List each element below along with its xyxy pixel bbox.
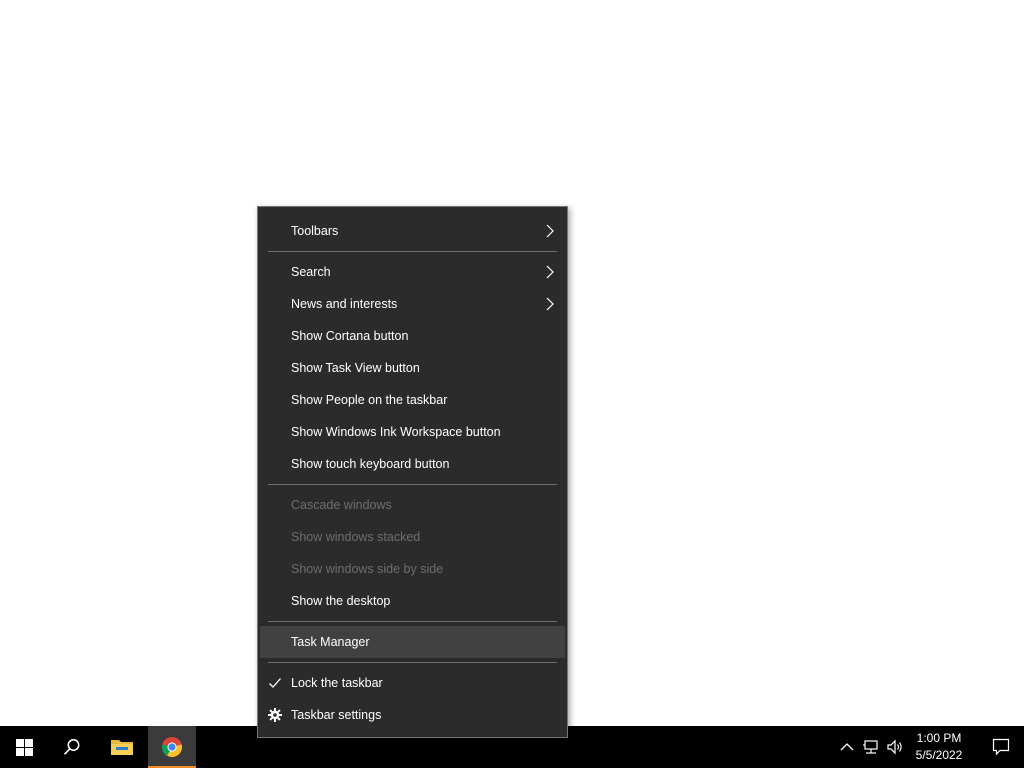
menu-item-label: News and interests — [291, 297, 398, 311]
menu-item-label: Taskbar settings — [291, 708, 382, 722]
menu-item-lock-the-taskbar[interactable]: Lock the taskbar — [258, 667, 567, 699]
menu-item-show-people[interactable]: Show People on the taskbar — [258, 384, 567, 416]
checkmark-icon — [269, 678, 281, 688]
menu-separator — [268, 621, 557, 622]
chevron-right-icon — [546, 297, 554, 311]
chrome-button[interactable] — [148, 726, 196, 768]
menu-item-show-task-view-button[interactable]: Show Task View button — [258, 352, 567, 384]
menu-item-task-manager[interactable]: Task Manager — [260, 626, 565, 658]
chevron-right-icon — [546, 265, 554, 279]
menu-item-label: Show windows side by side — [291, 562, 444, 576]
menu-item-label: Search — [291, 265, 331, 279]
menu-item-label: Toolbars — [291, 224, 339, 238]
menu-item-taskbar-settings[interactable]: Taskbar settings — [258, 699, 567, 731]
menu-item-show-cortana-button[interactable]: Show Cortana button — [258, 320, 567, 352]
menu-item-show-windows-ink[interactable]: Show Windows Ink Workspace button — [258, 416, 567, 448]
menu-item-news-and-interests[interactable]: News and interests — [258, 288, 567, 320]
search-icon — [63, 739, 80, 755]
menu-item-label: Show Cortana button — [291, 329, 409, 343]
taskbar-clock[interactable]: 1:00 PM 5/5/2022 — [908, 730, 970, 764]
taskbar-context-menu: Toolbars Search News and interests Show … — [257, 206, 568, 738]
menu-item-show-touch-keyboard[interactable]: Show touch keyboard button — [258, 448, 567, 480]
menu-item-show-the-desktop[interactable]: Show the desktop — [258, 585, 567, 617]
volume-icon[interactable] — [886, 738, 904, 756]
menu-item-cascade-windows: Cascade windows — [258, 489, 567, 521]
menu-item-label: Show Windows Ink Workspace button — [291, 425, 501, 439]
start-button[interactable] — [0, 726, 48, 768]
chevron-right-icon — [546, 224, 554, 238]
menu-item-label: Show the desktop — [291, 594, 391, 608]
chevron-up-icon[interactable] — [838, 738, 856, 756]
search-button[interactable] — [48, 726, 96, 768]
action-center-button[interactable] — [978, 726, 1024, 768]
menu-item-label: Task Manager — [291, 635, 370, 649]
menu-separator — [268, 484, 557, 485]
windows-start-icon — [15, 738, 33, 756]
network-icon[interactable] — [862, 738, 880, 756]
chrome-icon — [161, 737, 183, 758]
file-explorer-button[interactable] — [98, 726, 146, 768]
menu-item-label: Cascade windows — [291, 498, 392, 512]
menu-item-label: Show People on the taskbar — [291, 393, 448, 407]
menu-item-show-windows-stacked: Show windows stacked — [258, 521, 567, 553]
menu-item-label: Show Task View button — [291, 361, 420, 375]
menu-item-search[interactable]: Search — [258, 256, 567, 288]
menu-item-show-windows-side-by-side: Show windows side by side — [258, 553, 567, 585]
file-explorer-icon — [111, 740, 133, 755]
menu-separator — [268, 251, 557, 252]
gear-icon — [268, 708, 282, 722]
notification-icon — [992, 738, 1010, 756]
menu-item-label: Show windows stacked — [291, 530, 421, 544]
menu-item-toolbars[interactable]: Toolbars — [258, 215, 567, 247]
clock-time: 1:00 PM — [916, 731, 962, 745]
menu-separator — [268, 662, 557, 663]
menu-item-label: Show touch keyboard button — [291, 457, 450, 471]
clock-date: 5/5/2022 — [915, 748, 963, 762]
menu-item-label: Lock the taskbar — [291, 676, 383, 690]
